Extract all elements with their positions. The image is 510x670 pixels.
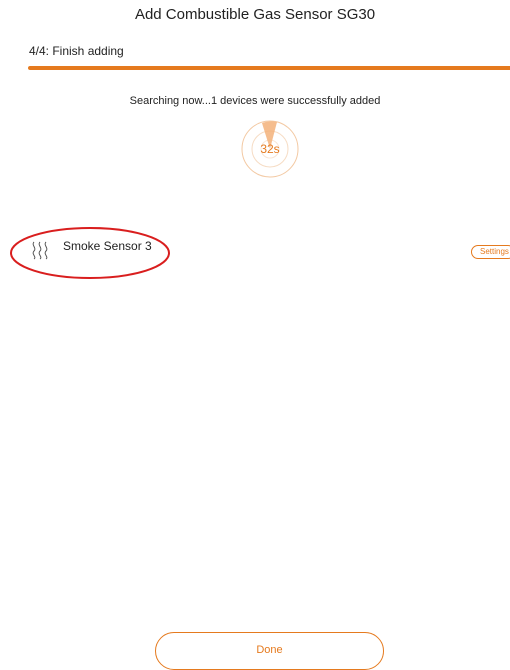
- progress-bar-fill: [28, 66, 510, 70]
- smoke-icon: [32, 241, 48, 260]
- page-title: Add Combustible Gas Sensor SG30: [134, 6, 376, 23]
- step-label: 4/4: Finish adding: [29, 44, 124, 58]
- progress-bar: [28, 66, 510, 70]
- done-button[interactable]: Done: [155, 632, 384, 670]
- countdown-label: 32s: [260, 142, 280, 156]
- settings-button[interactable]: Settings: [471, 245, 510, 259]
- radar-countdown: 32s: [240, 119, 300, 179]
- search-status-text: Searching now...1 devices were successfu…: [129, 95, 381, 107]
- device-name: Smoke Sensor 3: [63, 239, 152, 253]
